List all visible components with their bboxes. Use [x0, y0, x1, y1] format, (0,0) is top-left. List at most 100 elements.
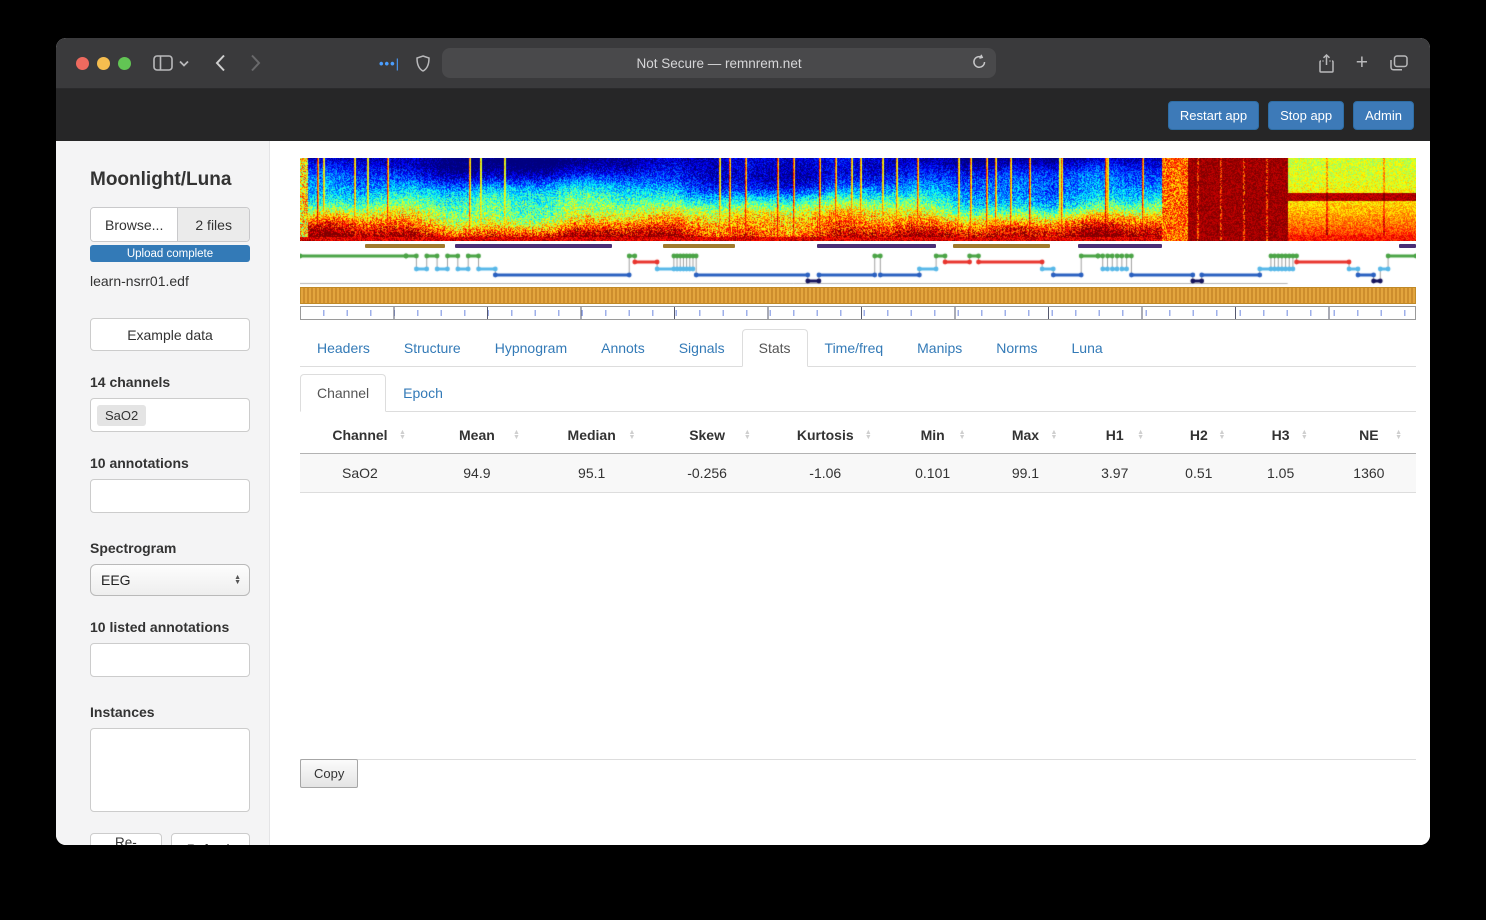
reepoch-button[interactable]: Re-epoch: [90, 833, 162, 845]
hypnogram-strip[interactable]: [300, 251, 1416, 285]
tab-stats[interactable]: Stats: [741, 329, 808, 367]
tab-time-freq[interactable]: Time/freq: [808, 329, 901, 367]
app-header: Restart app Stop app Admin: [56, 89, 1430, 141]
channel-chip[interactable]: SaO2: [97, 404, 147, 426]
app-title: Moonlight/Luna: [90, 169, 232, 190]
tab-overview-icon[interactable]: [1390, 55, 1408, 71]
column-header-median[interactable]: Median ▲ ▼: [533, 417, 650, 454]
main-panel: Headers Structure Hypnogram Annots Signals St…: [270, 141, 1430, 845]
channels-select-input[interactable]: SaO2: [90, 398, 250, 432]
annotation-bar-brown: [662, 244, 736, 248]
annotation-bar-purple: [1399, 244, 1416, 248]
sort-carets-icon: ▲ ▼: [1137, 429, 1145, 441]
table-footer: Copy: [300, 759, 1416, 788]
share-icon[interactable]: [1318, 53, 1334, 73]
forward-icon[interactable]: [250, 54, 261, 72]
eeg-spectrogram[interactable]: [300, 158, 1416, 241]
column-header-h1[interactable]: H1 ▲ ▼: [1071, 417, 1159, 454]
privacy-shield-icon[interactable]: [416, 54, 430, 72]
table-cell: 1360: [1321, 453, 1416, 493]
tab-structure[interactable]: Structure: [387, 329, 478, 367]
spectrogram-select[interactable]: EEG ▲ ▼: [90, 564, 250, 596]
tab-headers[interactable]: Headers: [300, 329, 387, 367]
files-count-label: 2 files: [178, 208, 249, 241]
example-data-button[interactable]: Example data: [90, 318, 250, 351]
tab-luna[interactable]: Luna: [1055, 329, 1120, 367]
listed-annotations-label: 10 listed annotations: [90, 619, 230, 635]
tab-group-icon[interactable]: •••|: [379, 56, 400, 71]
sort-carets-icon: ▲ ▼: [1300, 429, 1308, 441]
listed-annotations-input[interactable]: [90, 643, 250, 677]
zoom-window-icon[interactable]: [118, 56, 131, 70]
sidebar: Moonlight/Luna Browse... 2 files Upload …: [56, 141, 270, 845]
sort-carets-icon: ▲ ▼: [398, 429, 406, 441]
new-tab-icon[interactable]: +: [1356, 51, 1368, 75]
table-cell: -0.256: [649, 453, 765, 493]
subtab-epoch[interactable]: Epoch: [386, 374, 460, 412]
close-window-icon[interactable]: [76, 56, 89, 70]
file-upload-control: Browse... 2 files: [90, 207, 250, 242]
column-header-mean[interactable]: Mean ▲ ▼: [419, 417, 534, 454]
tab-manips[interactable]: Manips: [900, 329, 979, 367]
sort-carets-icon: ▲ ▼: [512, 429, 520, 441]
subtab-channel[interactable]: Channel: [300, 374, 387, 412]
restart-app-button[interactable]: Restart app: [1167, 100, 1260, 130]
column-header-kurtosis[interactable]: Kurtosis ▲ ▼: [764, 417, 886, 454]
main-tabs: Headers Structure Hypnogram Annots Signals St…: [300, 329, 1416, 367]
table-cell: 1.05: [1239, 453, 1322, 493]
column-header-max[interactable]: Max ▲ ▼: [979, 417, 1072, 454]
table-cell: 94.9: [419, 453, 534, 493]
sort-carets-icon: ▲ ▼: [743, 429, 751, 441]
sort-carets-icon: ▲ ▼: [1050, 429, 1058, 441]
channels-label: 14 channels: [90, 374, 171, 390]
reload-icon[interactable]: [972, 54, 987, 73]
browser-titlebar: •••| Not Secure — remnrem.net +: [56, 38, 1430, 89]
instances-textarea[interactable]: [90, 728, 250, 812]
table-row: SaO2 94.9 95.1 -0.256 -1.06 0.101 99.1 3.97 0.51…: [300, 453, 1416, 493]
column-header-skew[interactable]: Skew ▲ ▼: [649, 417, 765, 454]
channel-stats-table: Channel ▲ ▼ Mean ▲ ▼ Median ▲ ▼ Skew ▲ ▼ Kurtosis ▲ ▼ M…: [300, 417, 1416, 493]
tab-hypnogram[interactable]: Hypnogram: [478, 329, 584, 367]
signal-band: [300, 287, 1416, 304]
sort-carets-icon: ▲ ▼: [1218, 429, 1226, 441]
select-stepper-icon: ▲ ▼: [234, 574, 241, 586]
table-cell: 3.97: [1071, 453, 1159, 493]
table-cell: 0.51: [1158, 453, 1240, 493]
table-cell: -1.06: [764, 453, 886, 493]
browser-window: •••| Not Secure — remnrem.net + Restart …: [56, 38, 1430, 845]
column-header-ne[interactable]: NE ▲ ▼: [1321, 417, 1416, 454]
annotation-bar-brown: [364, 244, 446, 248]
spectrogram-label: Spectrogram: [90, 540, 177, 556]
back-icon[interactable]: [215, 54, 226, 72]
traffic-lights: [76, 56, 131, 70]
admin-button[interactable]: Admin: [1353, 100, 1414, 130]
sort-carets-icon: ▲ ▼: [958, 429, 966, 441]
time-axis-ticks: [300, 306, 1416, 320]
table-cell: 95.1: [533, 453, 650, 493]
sidebar-toggle-icon[interactable]: [153, 55, 173, 71]
copy-button[interactable]: Copy: [300, 759, 359, 788]
column-header-channel[interactable]: Channel ▲ ▼: [300, 417, 420, 454]
tab-norms[interactable]: Norms: [979, 329, 1054, 367]
column-header-h3[interactable]: H3 ▲ ▼: [1239, 417, 1322, 454]
annotation-bar-purple: [816, 244, 937, 248]
minimize-window-icon[interactable]: [97, 56, 110, 70]
tab-signals[interactable]: Signals: [662, 329, 742, 367]
annotations-label: 10 annotations: [90, 455, 189, 471]
annotation-bar-purple: [1077, 244, 1162, 248]
signal-overview: [300, 158, 1416, 320]
annotations-select-input[interactable]: [90, 479, 250, 513]
tab-annots[interactable]: Annots: [584, 329, 662, 367]
column-header-h2[interactable]: H2 ▲ ▼: [1158, 417, 1240, 454]
annotation-bars-track: [300, 241, 1416, 251]
sort-carets-icon: ▲ ▼: [628, 429, 636, 441]
chevron-down-icon[interactable]: [179, 60, 189, 67]
stop-app-button[interactable]: Stop app: [1268, 100, 1345, 130]
browse-button[interactable]: Browse...: [91, 208, 179, 241]
refresh-button[interactable]: Refresh: [170, 833, 250, 845]
stats-subtabs: Channel Epoch: [300, 374, 1416, 412]
table-cell: 99.1: [979, 453, 1072, 493]
url-text: Not Secure — remnrem.net: [636, 55, 802, 71]
column-header-min[interactable]: Min ▲ ▼: [885, 417, 980, 454]
url-bar[interactable]: Not Secure — remnrem.net: [442, 48, 997, 78]
